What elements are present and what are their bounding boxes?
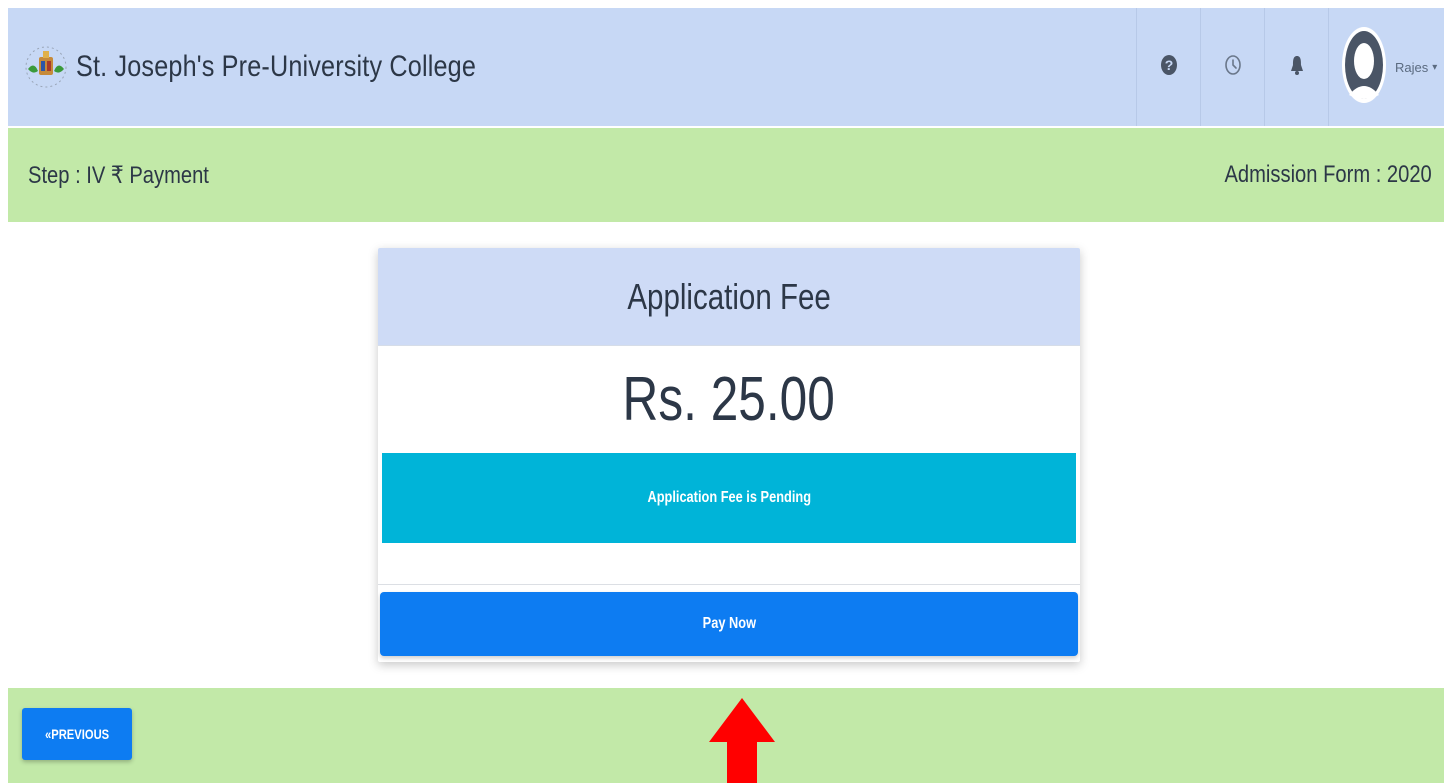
help-icon: ? <box>1159 53 1179 82</box>
previous-button[interactable]: «PREVIOUS <box>22 708 132 760</box>
card-header: Application Fee <box>378 248 1080 346</box>
step-label: Step : IV ₹ Payment <box>28 161 209 189</box>
pay-now-label: Pay Now <box>702 615 756 632</box>
history-button[interactable] <box>1200 8 1264 126</box>
user-menu[interactable]: Rajes ▾ <box>1328 8 1444 126</box>
help-button[interactable]: ? <box>1136 8 1200 126</box>
status-text: Application Fee is Pending <box>647 489 811 506</box>
red-arrow-annotation-icon <box>709 698 775 783</box>
svg-text:?: ? <box>1164 57 1173 73</box>
bell-icon <box>1289 53 1305 82</box>
history-clock-icon <box>1223 53 1243 82</box>
user-avatar-icon <box>1341 25 1387 110</box>
status-banner: Application Fee is Pending <box>382 453 1076 543</box>
admission-form-label: Admission Form : 2020 <box>1224 161 1432 188</box>
fee-amount-value: Rs. 25.00 <box>622 365 836 434</box>
card-divider <box>378 543 1080 585</box>
caret-down-icon: ▾ <box>1432 61 1438 73</box>
fee-amount: Rs. 25.00 <box>378 346 1080 453</box>
application-fee-card: Application Fee Rs. 25.00 Application Fe… <box>378 248 1080 662</box>
previous-button-label: «PREVIOUS <box>44 726 110 742</box>
brand-title: St. Joseph's Pre-University College <box>76 50 477 83</box>
notifications-button[interactable] <box>1264 8 1328 126</box>
navbar-actions: ? Rajes ▾ <box>1136 8 1444 126</box>
college-logo-icon <box>24 27 68 107</box>
brand[interactable]: St. Joseph's Pre-University College <box>8 8 552 126</box>
step-bar: Step : IV ₹ Payment Admission Form : 202… <box>8 128 1444 222</box>
top-navbar: St. Joseph's Pre-University College ? Ra… <box>8 8 1444 126</box>
pay-now-button[interactable]: Pay Now <box>380 592 1078 656</box>
user-name: Rajes <box>1395 59 1429 75</box>
card-title: Application Fee <box>627 275 831 317</box>
